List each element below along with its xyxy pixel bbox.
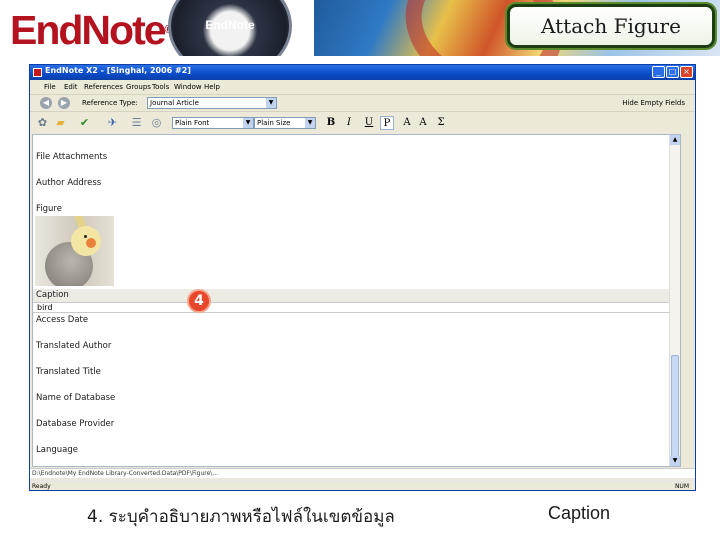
window-titlebar[interactable]: EndNote X2 - [Singhal, 2006 #2] _ □ × <box>30 65 695 80</box>
orb-label: EndNote <box>205 18 255 32</box>
bird-eye-shape <box>84 235 87 238</box>
size-select-value: Plain Size <box>257 119 291 127</box>
reference-toolbar: ◀ ▶ Reference Type: Journal Article ▼ Hi… <box>30 94 695 111</box>
reference-type-select[interactable]: Journal Article ▼ <box>147 97 277 109</box>
menu-file[interactable]: File <box>44 83 56 91</box>
scroll-up-icon[interactable]: ▲ <box>670 135 680 145</box>
menu-window[interactable]: Window <box>174 83 202 91</box>
field-label-language: Language <box>36 445 78 455</box>
logo-text: EndNote <box>10 7 167 53</box>
bird-cheek-shape <box>86 238 96 248</box>
field-name-text: Caption <box>548 503 611 523</box>
superscript-button[interactable]: A <box>400 116 414 130</box>
chevron-down-icon: ▼ <box>243 118 253 128</box>
font-select-value: Plain Font <box>175 119 210 127</box>
format-toolbar: ✿ ▰ ✔ ✈ ☰ ◎ Plain Font ▼ Plain Size ▼ B … <box>30 111 695 133</box>
status-text: Ready <box>32 483 51 490</box>
plain-button[interactable]: P <box>380 116 394 130</box>
caption-field-header: Caption <box>33 289 680 302</box>
font-select[interactable]: Plain Font ▼ <box>172 117 254 129</box>
symbol-button[interactable]: Σ <box>434 116 448 130</box>
slide-title: Attach Figure <box>541 14 681 38</box>
vertical-scrollbar[interactable]: ▲ ▼ <box>669 135 680 466</box>
reference-editor-panel: File Attachments Author Address Figure C… <box>32 134 681 467</box>
underline-button[interactable]: U <box>362 116 376 130</box>
num-lock-indicator: NUM <box>674 483 689 490</box>
figure-thumbnail[interactable] <box>35 216 114 286</box>
scroll-down-icon[interactable]: ▼ <box>670 456 680 466</box>
field-label-name-of-database: Name of Database <box>36 393 116 403</box>
list-icon[interactable]: ☰ <box>130 116 143 129</box>
banner: EndNote® EndNote Attach Figure <box>0 0 720 56</box>
menu-edit[interactable]: Edit <box>64 83 78 91</box>
reference-type-value: Journal Article <box>150 99 199 107</box>
field-label-access-date: Access Date <box>36 315 89 325</box>
field-label-author-address: Author Address <box>36 178 102 188</box>
instruction-text: 4. ระบุคำอธิบายภาพหรือไฟล์ในเขตข้อมูล <box>87 507 395 527</box>
close-button[interactable]: × <box>680 66 693 78</box>
subscript-button[interactable]: A <box>416 116 430 130</box>
field-label-translated-author: Translated Author <box>36 341 112 351</box>
globe-icon[interactable]: ◎ <box>150 116 163 129</box>
hide-empty-fields-button[interactable]: Hide Empty Fields <box>622 99 685 107</box>
window-title: EndNote X2 - [Singhal, 2006 #2] <box>45 66 191 75</box>
caption-input[interactable]: bird <box>33 302 680 313</box>
size-select[interactable]: Plain Size ▼ <box>254 117 316 129</box>
folder-icon[interactable]: ▰ <box>54 116 67 129</box>
back-arrow-icon[interactable]: ◀ <box>40 97 52 109</box>
field-label-caption: Caption <box>36 290 69 300</box>
forward-arrow-icon[interactable]: ▶ <box>58 97 70 109</box>
status-bar: Ready NUM <box>30 483 695 491</box>
reference-type-label: Reference Type: <box>82 99 138 107</box>
app-icon <box>33 68 42 77</box>
scrollbar-thumb[interactable] <box>671 355 679 457</box>
field-label-database-provider: Database Provider <box>36 419 115 429</box>
field-label-translated-title: Translated Title <box>36 367 101 377</box>
checkmark-icon[interactable]: ✔ <box>78 116 91 129</box>
chevron-down-icon: ▼ <box>266 98 276 108</box>
endnote-logo: EndNote® <box>10 8 173 52</box>
menu-groups[interactable]: Groups <box>126 83 151 91</box>
menu-references[interactable]: References <box>84 83 123 91</box>
step-marker-badge: 4 <box>187 289 211 313</box>
endnote-window: EndNote X2 - [Singhal, 2006 #2] _ □ × Fi… <box>29 64 696 491</box>
chevron-down-icon: ▼ <box>305 118 315 128</box>
gear-icon[interactable]: ✿ <box>36 116 49 129</box>
bold-button[interactable]: B <box>324 116 338 130</box>
menu-tools[interactable]: Tools <box>152 83 169 91</box>
italic-button[interactable]: I <box>342 116 356 130</box>
minimize-button[interactable]: _ <box>652 66 665 78</box>
file-path-bar: D:\Endnote\My EndNote Library-Converted.… <box>30 468 695 478</box>
menu-bar: File Edit References Groups Tools Window… <box>30 80 695 94</box>
endnote-orb-graphic: EndNote <box>160 0 300 56</box>
menu-help[interactable]: Help <box>204 83 220 91</box>
field-label-file-attachments: File Attachments <box>36 152 108 162</box>
slide-title-box: Attach Figure <box>507 4 715 48</box>
field-label-figure: Figure <box>36 204 62 214</box>
maximize-button[interactable]: □ <box>666 66 679 78</box>
pushpin-icon[interactable]: ✈ <box>106 116 119 129</box>
